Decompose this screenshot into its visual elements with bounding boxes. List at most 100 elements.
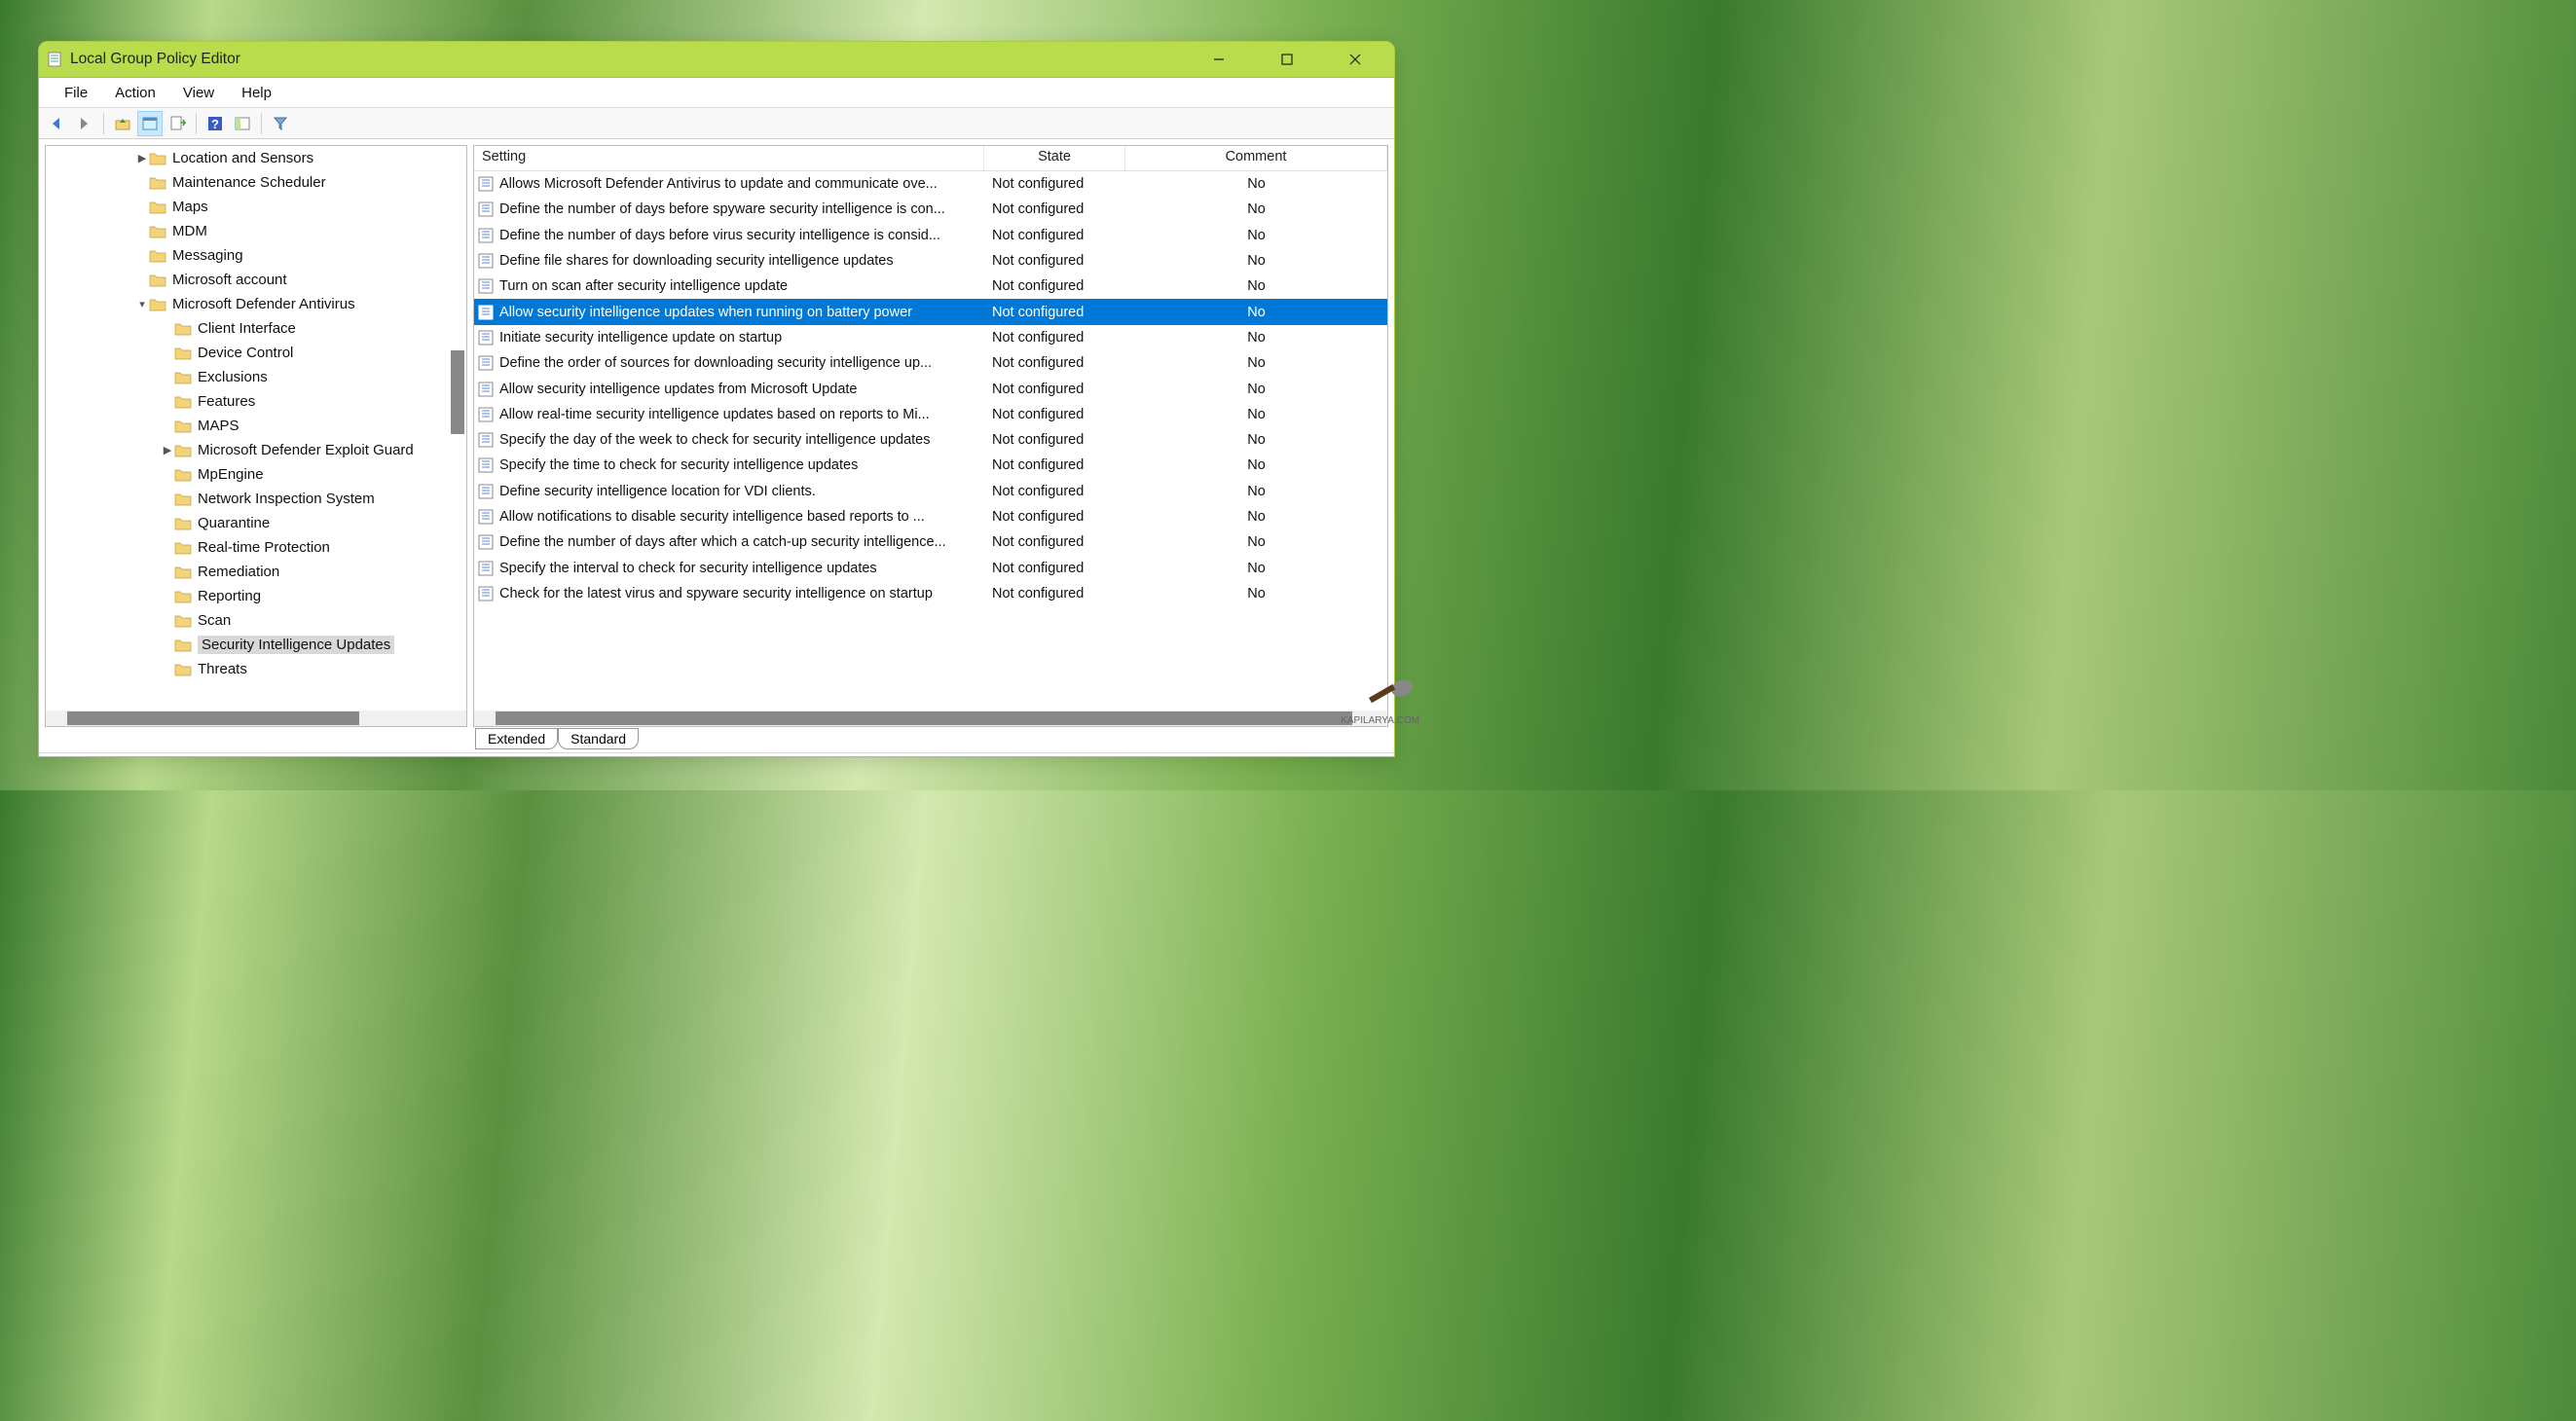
tree-node[interactable]: MDM bbox=[46, 219, 466, 243]
setting-comment: No bbox=[1125, 228, 1387, 243]
setting-state: Not configured bbox=[984, 407, 1125, 422]
menu-view[interactable]: View bbox=[169, 81, 228, 105]
setting-state: Not configured bbox=[984, 176, 1125, 192]
list-hscroll[interactable] bbox=[474, 710, 1387, 726]
tree-node[interactable]: MpEngine bbox=[46, 462, 466, 487]
tree-vscroll-thumb[interactable] bbox=[451, 350, 464, 434]
setting-comment: No bbox=[1125, 355, 1387, 371]
svg-text:?: ? bbox=[211, 117, 219, 131]
tree-node[interactable]: MAPS bbox=[46, 414, 466, 438]
tree-label: Exclusions bbox=[198, 369, 268, 385]
setting-row[interactable]: Allow security intelligence updates from… bbox=[474, 376, 1387, 401]
tree-hscroll-thumb[interactable] bbox=[67, 711, 359, 725]
tree-node[interactable]: Features bbox=[46, 389, 466, 414]
setting-row[interactable]: Define file shares for downloading secur… bbox=[474, 248, 1387, 273]
tree-label: Security Intelligence Updates bbox=[198, 636, 394, 654]
setting-row[interactable]: Specify the time to check for security i… bbox=[474, 453, 1387, 478]
forward-icon[interactable] bbox=[72, 111, 97, 136]
show-hide-icon[interactable] bbox=[230, 111, 255, 136]
up-folder-icon[interactable] bbox=[110, 111, 135, 136]
tree-node[interactable]: Microsoft account bbox=[46, 268, 466, 292]
setting-name: Check for the latest virus and spyware s… bbox=[499, 586, 984, 601]
setting-name: Allow security intelligence updates when… bbox=[499, 305, 984, 320]
setting-state: Not configured bbox=[984, 330, 1125, 346]
toolbar: ? bbox=[39, 108, 1394, 139]
tree-node[interactable]: Real-time Protection bbox=[46, 535, 466, 560]
properties-icon[interactable] bbox=[137, 111, 163, 136]
setting-name: Define security intelligence location fo… bbox=[499, 484, 984, 499]
tree-node[interactable]: ▾Microsoft Defender Antivirus bbox=[46, 292, 466, 316]
tree-node[interactable]: Network Inspection System bbox=[46, 487, 466, 511]
tree-node[interactable]: ▶Microsoft Defender Exploit Guard bbox=[46, 438, 466, 462]
chevron-down-icon[interactable]: ▾ bbox=[135, 298, 149, 310]
tree-pane[interactable]: ▶Location and Sensors Maintenance Schedul… bbox=[45, 145, 467, 727]
menu-help[interactable]: Help bbox=[228, 81, 285, 105]
tree-label: Features bbox=[198, 393, 255, 410]
menu-action[interactable]: Action bbox=[101, 81, 169, 105]
close-button[interactable] bbox=[1336, 45, 1375, 74]
setting-row[interactable]: Check for the latest virus and spyware s… bbox=[474, 581, 1387, 606]
tab-standard[interactable]: Standard bbox=[558, 728, 639, 749]
setting-row[interactable]: Define the order of sources for download… bbox=[474, 350, 1387, 376]
setting-row[interactable]: Define the number of days before spyware… bbox=[474, 197, 1387, 222]
tab-extended[interactable]: Extended bbox=[475, 728, 558, 749]
setting-comment: No bbox=[1125, 407, 1387, 422]
minimize-button[interactable] bbox=[1199, 45, 1238, 74]
tree-node[interactable]: Security Intelligence Updates bbox=[46, 633, 466, 657]
tree-node[interactable]: Scan bbox=[46, 608, 466, 633]
tree-node[interactable]: Quarantine bbox=[46, 511, 466, 535]
chevron-right-icon[interactable]: ▶ bbox=[161, 444, 174, 456]
tree-label: MAPS bbox=[198, 418, 239, 434]
list-hscroll-thumb[interactable] bbox=[496, 711, 1352, 725]
tree-label: Real-time Protection bbox=[198, 539, 330, 556]
column-header-comment[interactable]: Comment bbox=[1125, 146, 1387, 170]
tree-node[interactable]: Client Interface bbox=[46, 316, 466, 341]
setting-row[interactable]: Allow real-time security intelligence up… bbox=[474, 402, 1387, 427]
tree-node[interactable]: Remediation bbox=[46, 560, 466, 584]
tree-node[interactable]: ▶Location and Sensors bbox=[46, 146, 466, 170]
setting-name: Allow real-time security intelligence up… bbox=[499, 407, 984, 422]
setting-row[interactable]: Allow notifications to disable security … bbox=[474, 504, 1387, 529]
column-header-state[interactable]: State bbox=[984, 146, 1125, 170]
back-icon[interactable] bbox=[45, 111, 70, 136]
tree-node[interactable]: Device Control bbox=[46, 341, 466, 365]
setting-row[interactable]: Specify the day of the week to check for… bbox=[474, 427, 1387, 453]
maximize-button[interactable] bbox=[1268, 45, 1306, 74]
setting-comment: No bbox=[1125, 253, 1387, 269]
tree-label: MpEngine bbox=[198, 466, 264, 483]
tree-node[interactable]: Exclusions bbox=[46, 365, 466, 389]
tree-node[interactable]: Messaging bbox=[46, 243, 466, 268]
setting-state: Not configured bbox=[984, 432, 1125, 448]
tree-node[interactable]: Threats bbox=[46, 657, 466, 681]
setting-state: Not configured bbox=[984, 484, 1125, 499]
menubar: File Action View Help bbox=[39, 78, 1394, 108]
menu-file[interactable]: File bbox=[51, 81, 101, 105]
setting-row[interactable]: Allows Microsoft Defender Antivirus to u… bbox=[474, 171, 1387, 197]
export-icon[interactable] bbox=[165, 111, 190, 136]
app-icon bbox=[47, 52, 62, 67]
setting-row[interactable]: Initiate security intelligence update on… bbox=[474, 325, 1387, 350]
titlebar[interactable]: Local Group Policy Editor bbox=[39, 42, 1394, 78]
column-header-setting[interactable]: Setting bbox=[474, 146, 984, 170]
tree-label: Maintenance Scheduler bbox=[172, 174, 326, 191]
tree-label: Quarantine bbox=[198, 515, 270, 531]
setting-row[interactable]: Define the number of days after which a … bbox=[474, 529, 1387, 555]
setting-state: Not configured bbox=[984, 561, 1125, 576]
setting-row[interactable]: Define the number of days before virus s… bbox=[474, 223, 1387, 248]
statusbar: 17 setting(s) bbox=[39, 752, 1394, 757]
setting-row[interactable]: Define security intelligence location fo… bbox=[474, 479, 1387, 504]
chevron-right-icon[interactable]: ▶ bbox=[135, 152, 149, 164]
setting-name: Define file shares for downloading secur… bbox=[499, 253, 984, 269]
setting-name: Define the order of sources for download… bbox=[499, 355, 984, 371]
filter-icon[interactable] bbox=[268, 111, 293, 136]
setting-name: Allow security intelligence updates from… bbox=[499, 382, 984, 397]
tree-node[interactable]: Maintenance Scheduler bbox=[46, 170, 466, 195]
help-icon[interactable]: ? bbox=[202, 111, 228, 136]
tree-node[interactable]: Maps bbox=[46, 195, 466, 219]
tree-node[interactable]: Reporting bbox=[46, 584, 466, 608]
setting-state: Not configured bbox=[984, 534, 1125, 550]
setting-row[interactable]: Allow security intelligence updates when… bbox=[474, 299, 1387, 324]
setting-row[interactable]: Turn on scan after security intelligence… bbox=[474, 273, 1387, 299]
setting-row[interactable]: Specify the interval to check for securi… bbox=[474, 555, 1387, 580]
tree-hscroll[interactable] bbox=[46, 710, 466, 726]
